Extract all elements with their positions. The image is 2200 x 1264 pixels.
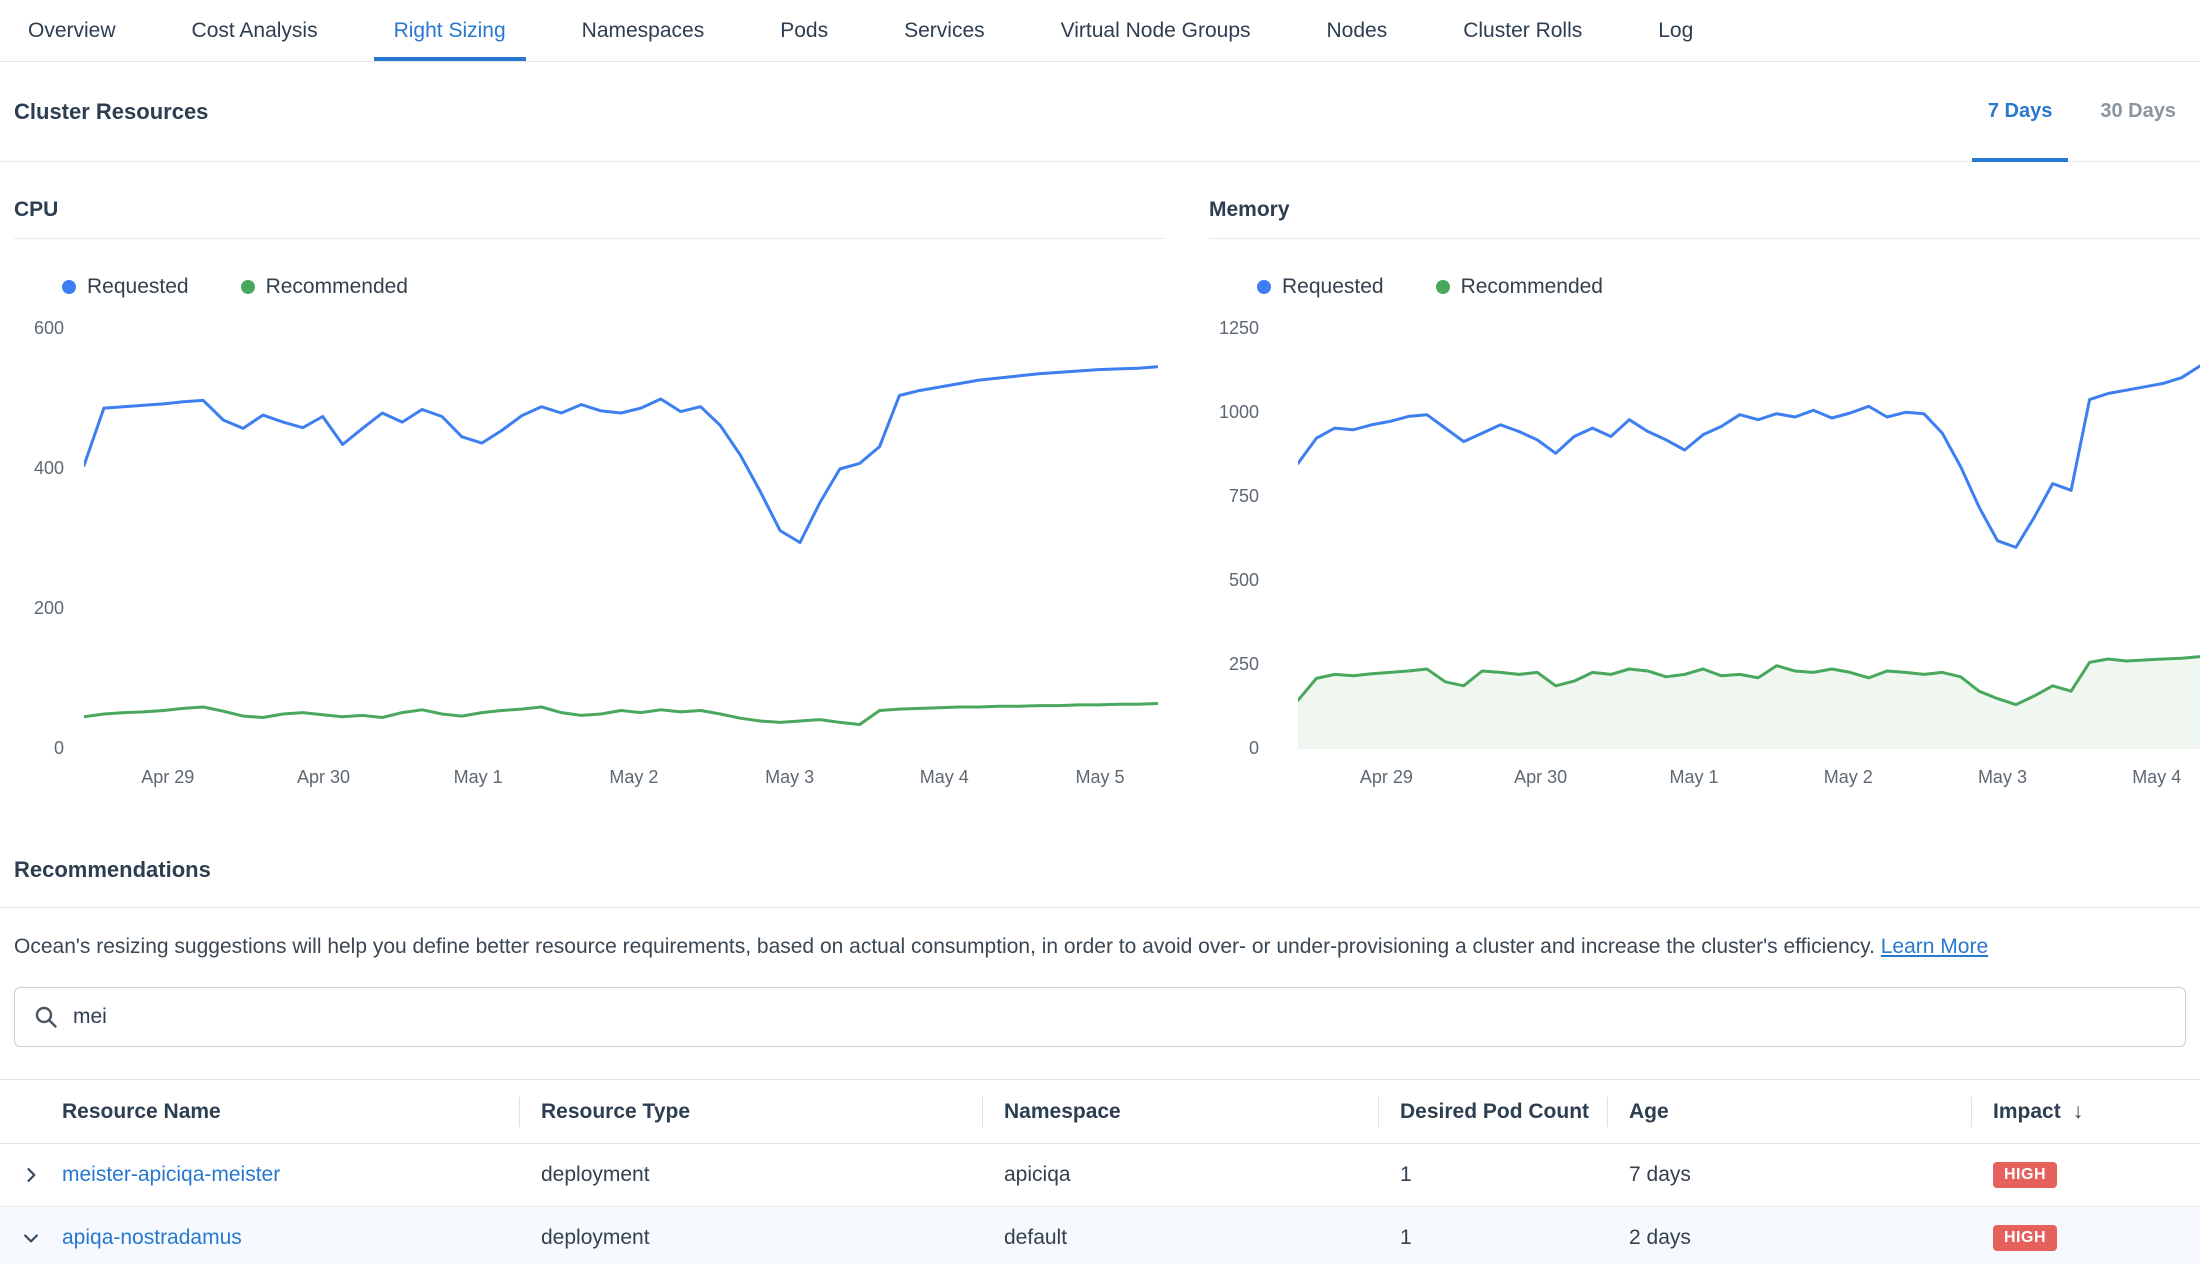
memory-chart-legend: Requested Recommended [1209,275,2200,299]
recommendations-header: Recommendations [0,857,2200,908]
table-row: apiqa-nostradamus deployment default 1 2… [0,1207,2200,1264]
tab-virtual-node-groups[interactable]: Virtual Node Groups [1041,0,1271,61]
learn-more-link[interactable]: Learn More [1881,935,1988,958]
search-icon [33,1004,59,1030]
requested-dot-icon [1257,280,1271,294]
col-namespace[interactable]: Namespace [982,1100,1378,1124]
tab-nodes[interactable]: Nodes [1307,0,1408,61]
tab-cost-analysis[interactable]: Cost Analysis [172,0,338,61]
description-text: Ocean's resizing suggestions will help y… [14,935,1875,958]
resource-name-cell: apiqa-nostradamus [0,1226,519,1250]
tab-right-sizing[interactable]: Right Sizing [374,0,526,61]
namespace-cell: default [982,1226,1378,1250]
recommended-dot-icon [1436,280,1450,294]
search-input[interactable] [73,1005,2167,1029]
impact-high-badge: HIGH [1993,1225,2057,1251]
resource-name-link[interactable]: apiqa-nostradamus [62,1226,242,1250]
expand-row-button[interactable] [0,1165,62,1185]
recommendations-description: Ocean's resizing suggestions will help y… [14,932,2186,961]
tab-namespaces[interactable]: Namespaces [562,0,725,61]
charts-row: CPU Requested Recommended 0200400600 Apr… [0,162,2200,813]
legend-item-requested[interactable]: Requested [1257,275,1384,299]
age-cell: 7 days [1607,1163,1971,1187]
tab-cluster-rolls[interactable]: Cluster Rolls [1443,0,1602,61]
impact-cell: HIGH [1971,1162,2200,1188]
cpu-chart-legend: Requested Recommended [14,275,1164,299]
recommendations-table: Resource Name Resource Type Namespace De… [0,1079,2200,1264]
memory-chart: Memory Requested Recommended 02505007501… [1209,162,2200,813]
memory-chart-plot [1298,329,2200,749]
table-row: meister-apiciqa-meister deployment apici… [0,1144,2200,1207]
legend-label: Recommended [1461,275,1603,299]
memory-chart-title: Memory [1209,162,2200,239]
impact-high-badge: HIGH [1993,1162,2057,1188]
cpu-plot-area: 0200400600 Apr 29Apr 30May 1May 2May 3Ma… [14,323,1164,813]
memory-x-axis-labels: Apr 29Apr 30May 1May 2May 3May 4 [1298,767,2200,797]
cpu-y-axis-labels: 0200400600 [14,323,64,813]
legend-label: Requested [1282,275,1384,299]
resource-name-link[interactable]: meister-apiciqa-meister [62,1163,280,1187]
table-header-row: Resource Name Resource Type Namespace De… [0,1080,2200,1144]
cpu-chart: CPU Requested Recommended 0200400600 Apr… [14,162,1164,813]
tab-overview[interactable]: Overview [8,0,136,61]
chevron-right-icon [21,1165,41,1185]
period-7-days[interactable]: 7 Days [1964,62,2077,161]
period-30-days[interactable]: 30 Days [2076,62,2200,161]
col-desired-pod-count[interactable]: Desired Pod Count [1378,1100,1607,1124]
legend-item-recommended[interactable]: Recommended [241,275,408,299]
top-tab-bar: Overview Cost Analysis Right Sizing Name… [0,0,2200,62]
search-box [14,987,2186,1047]
col-resource-name[interactable]: Resource Name [0,1100,519,1124]
period-toggle: 7 Days 30 Days [1964,62,2200,161]
tab-pods[interactable]: Pods [760,0,848,61]
legend-label: Requested [87,275,189,299]
age-cell: 2 days [1607,1226,1971,1250]
col-resource-type[interactable]: Resource Type [519,1100,982,1124]
cpu-chart-plot [84,329,1158,749]
col-impact[interactable]: Impact ↓ [1971,1100,2200,1124]
impact-header-label: Impact [1993,1100,2061,1124]
cpu-chart-title: CPU [14,162,1164,239]
impact-cell: HIGH [1971,1225,2200,1251]
tab-log[interactable]: Log [1638,0,1713,61]
namespace-cell: apiciqa [982,1163,1378,1187]
recommendations-title: Recommendations [14,857,2186,883]
col-age[interactable]: Age [1607,1100,1971,1124]
desired-pod-count-cell: 1 [1378,1226,1607,1250]
resource-type-cell: deployment [519,1163,982,1187]
legend-label: Recommended [266,275,408,299]
memory-y-axis-labels: 025050075010001250 [1209,323,1259,813]
resource-name-cell: meister-apiciqa-meister [0,1163,519,1187]
cpu-x-axis-labels: Apr 29Apr 30May 1May 2May 3May 4May 5 [84,767,1158,797]
legend-item-recommended[interactable]: Recommended [1436,275,1603,299]
desired-pod-count-cell: 1 [1378,1163,1607,1187]
collapse-row-button[interactable] [0,1228,62,1248]
cluster-resources-header: Cluster Resources 7 Days 30 Days [0,62,2200,162]
section-title: Cluster Resources [14,99,208,125]
memory-plot-area: 025050075010001250 Apr 29Apr 30May 1May … [1209,323,2200,813]
tab-services[interactable]: Services [884,0,1005,61]
resource-type-cell: deployment [519,1226,982,1250]
legend-item-requested[interactable]: Requested [62,275,189,299]
chevron-down-icon [21,1228,41,1248]
recommended-dot-icon [241,280,255,294]
requested-dot-icon [62,280,76,294]
sort-descending-icon[interactable]: ↓ [2073,1100,2084,1124]
